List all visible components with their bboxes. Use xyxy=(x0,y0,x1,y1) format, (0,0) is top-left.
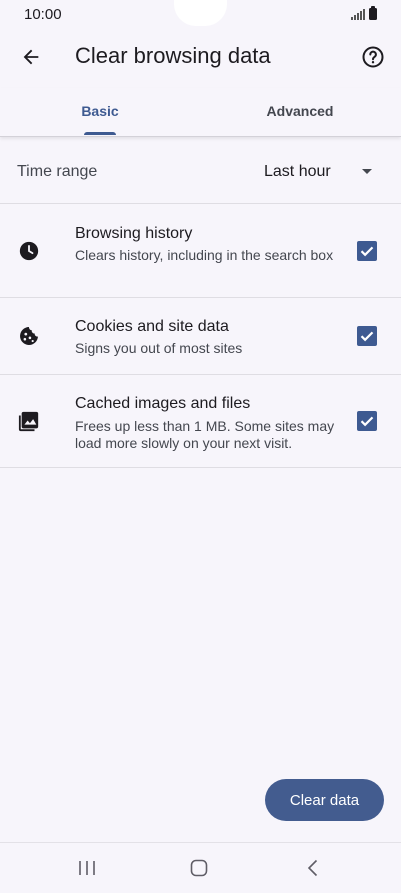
time-range-value: Last hour xyxy=(264,163,331,180)
option-browsing-history[interactable]: Browsing history Clears history, includi… xyxy=(0,204,401,298)
signal-icon xyxy=(351,9,365,20)
back-button[interactable] xyxy=(14,40,48,74)
home-icon[interactable] xyxy=(186,857,212,879)
tab-bar: Basic Advanced xyxy=(0,88,401,137)
option-description: Frees up less than 1 MB. Some sites may … xyxy=(75,418,335,451)
option-cached-images[interactable]: Cached images and files Frees up less th… xyxy=(0,375,401,468)
browsing-history-checkbox[interactable] xyxy=(357,241,377,261)
help-button[interactable] xyxy=(357,41,389,73)
time-range-row: Time range Last hour xyxy=(0,137,401,204)
camera-notch xyxy=(174,0,227,26)
option-title: Cached images and files xyxy=(75,395,251,412)
time-range-dropdown[interactable]: Last hour xyxy=(252,151,382,191)
dropdown-arrow-icon xyxy=(362,169,372,174)
cookies-checkbox[interactable] xyxy=(357,326,377,346)
time-range-label: Time range xyxy=(17,163,98,180)
option-description: Clears history, including in the search … xyxy=(75,247,334,263)
tab-indicator xyxy=(84,132,116,135)
system-nav-bar xyxy=(0,842,401,893)
tab-basic-label: Basic xyxy=(81,103,119,119)
cookie-icon xyxy=(20,327,38,345)
tab-basic[interactable]: Basic xyxy=(0,88,200,136)
status-time: 10:00 xyxy=(24,6,62,23)
recents-icon[interactable] xyxy=(74,858,100,878)
help-circle-icon xyxy=(362,46,384,68)
clear-data-button[interactable]: Clear data xyxy=(265,779,384,821)
image-icon xyxy=(18,411,39,432)
back-icon[interactable] xyxy=(300,857,326,879)
option-title: Cookies and site data xyxy=(75,318,229,335)
option-description: Signs you out of most sites xyxy=(75,340,243,356)
tab-advanced[interactable]: Advanced xyxy=(200,88,400,136)
top-app-bar: Clear browsing data xyxy=(0,30,401,86)
cached-images-checkbox[interactable] xyxy=(357,411,377,431)
clear-data-label: Clear data xyxy=(289,791,360,809)
arrow-left-icon xyxy=(23,49,39,65)
option-title: Browsing history xyxy=(75,225,193,242)
status-bar: 10:00 xyxy=(0,0,401,30)
page-title: Clear browsing data xyxy=(75,43,271,68)
option-cookies[interactable]: Cookies and site data Signs you out of m… xyxy=(0,298,401,375)
status-icons xyxy=(351,6,377,20)
battery-icon xyxy=(369,6,377,20)
tab-advanced-label: Advanced xyxy=(266,103,334,119)
clock-icon xyxy=(19,241,39,261)
